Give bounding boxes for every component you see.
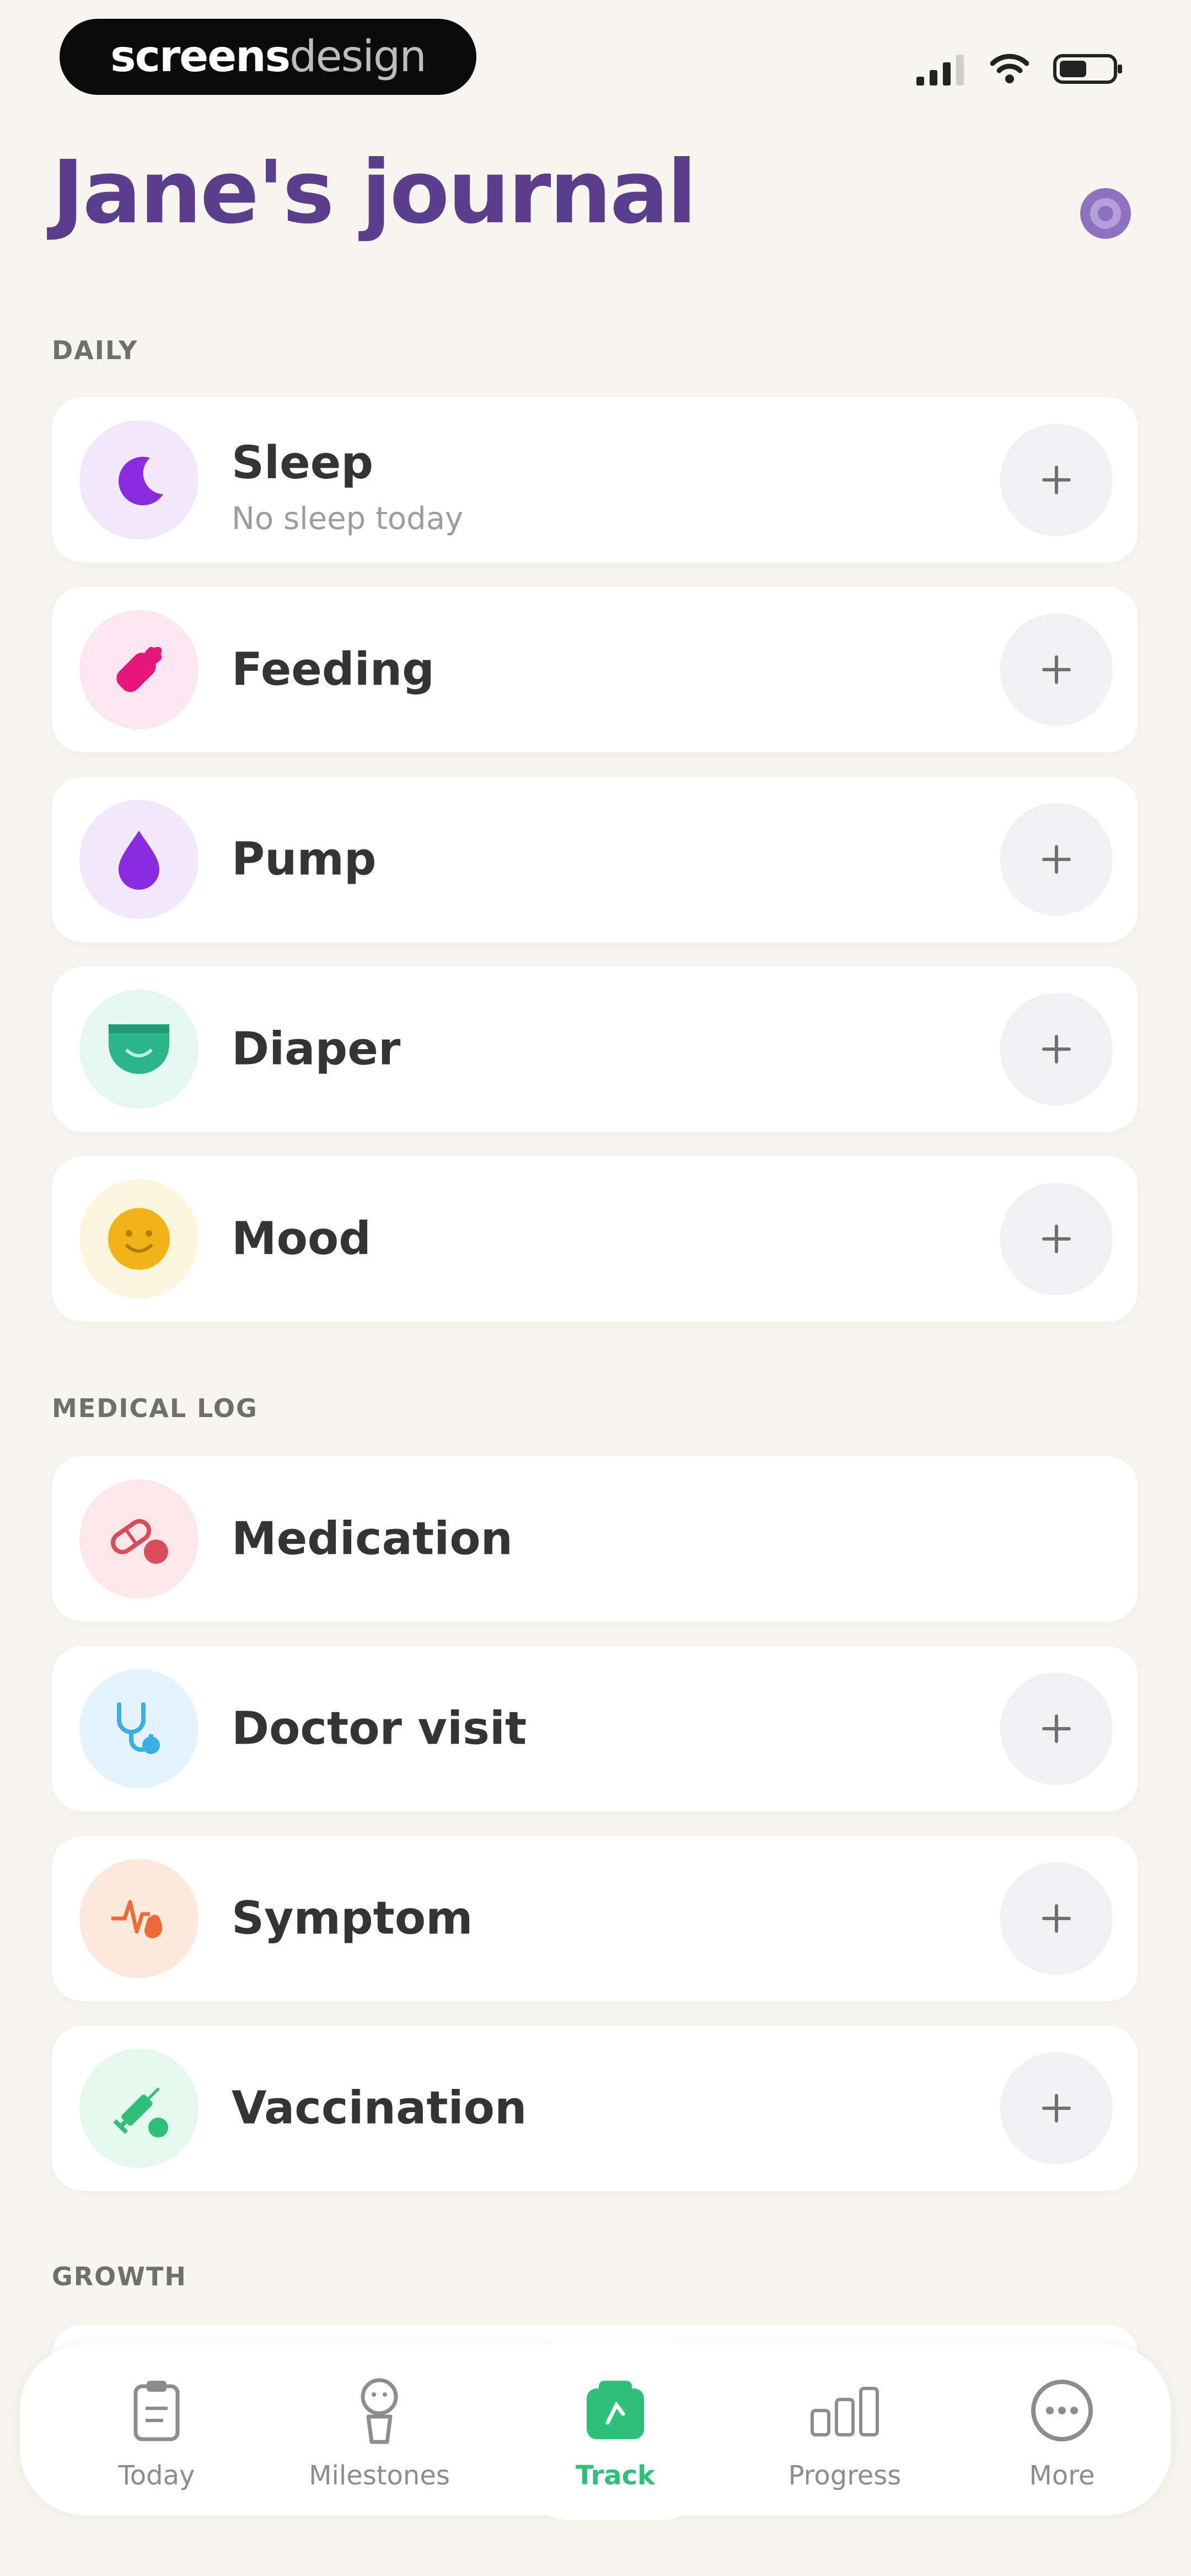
signal-icon (916, 55, 964, 85)
stethoscope-icon (79, 1669, 198, 1788)
nav-label: More (1029, 2460, 1095, 2491)
section-label-growth: GROWTH (52, 2262, 187, 2291)
track-item-diaper[interactable]: Diaper (52, 966, 1138, 1132)
track-item-vaccination[interactable]: Vaccination (52, 2025, 1138, 2191)
syringe-icon (79, 2049, 198, 2168)
diaper-icon (79, 990, 198, 1109)
section-label-medical: MEDICAL LOG (52, 1393, 258, 1423)
track-item-pump[interactable]: Pump (52, 777, 1138, 942)
add-sleep-button[interactable] (1000, 424, 1113, 536)
wifi-icon (990, 54, 1029, 83)
nav-label: Track (576, 2460, 655, 2491)
clipboard-icon (118, 2372, 195, 2449)
add-pump-button[interactable] (1000, 803, 1113, 916)
milestone-icon (341, 2372, 418, 2449)
track-item-label: Sleep (232, 437, 374, 489)
track-item-label: Doctor visit (232, 1702, 527, 1755)
nav-label: Milestones (309, 2460, 450, 2491)
bottom-navigation: Today Milestones Track Progress More (20, 2339, 1171, 2521)
track-icon (577, 2372, 654, 2449)
section-label-daily: DAILY (52, 335, 138, 365)
smiley-icon (79, 1179, 198, 1298)
add-mood-button[interactable] (1000, 1183, 1113, 1295)
track-item-feeding[interactable]: Feeding (52, 587, 1138, 752)
plus-icon (1042, 1035, 1071, 1063)
track-item-subtitle: No sleep today (232, 501, 464, 537)
battery-icon (1053, 54, 1122, 84)
nav-item-track[interactable]: Track (511, 2344, 720, 2515)
app-screen: screens design Jane's journal DAILY Slee… (0, 0, 1191, 2576)
track-item-medication[interactable]: Medication (52, 1456, 1138, 1622)
drop-icon (79, 800, 198, 919)
brand-logo: screens design (60, 19, 476, 95)
pills-icon (79, 1479, 198, 1599)
more-icon (1023, 2372, 1101, 2449)
status-icons (916, 50, 1125, 88)
plus-icon (1042, 845, 1071, 874)
nav-label: Today (118, 2460, 195, 2491)
track-item-label: Pump (232, 833, 377, 886)
track-item-label: Diaper (232, 1023, 401, 1076)
nav-item-progress[interactable]: Progress (740, 2344, 949, 2515)
nav-item-milestones[interactable]: Milestones (275, 2344, 484, 2515)
nav-item-today[interactable]: Today (52, 2344, 261, 2515)
nav-item-more[interactable]: More (957, 2344, 1167, 2515)
track-item-label: Mood (232, 1212, 371, 1265)
plus-icon (1042, 466, 1071, 494)
track-item-label: Medication (232, 1513, 513, 1565)
track-item-doctor-visit[interactable]: Doctor visit (52, 1646, 1138, 1811)
track-item-symptom[interactable]: Symptom (52, 1836, 1138, 2001)
symptom-icon (79, 1859, 198, 1978)
brand-logo-light: design (289, 32, 427, 82)
plus-icon (1042, 2094, 1071, 2123)
track-item-label: Symptom (232, 1892, 473, 1945)
plus-icon (1042, 1225, 1071, 1253)
add-doctor-visit-button[interactable] (1000, 1672, 1113, 1785)
plus-icon (1042, 1714, 1071, 1743)
track-item-mood[interactable]: Mood (52, 1156, 1138, 1322)
bar-chart-icon (806, 2372, 883, 2449)
track-item-label: Vaccination (232, 2082, 527, 2135)
status-bar: screens design (0, 0, 1191, 110)
add-vaccination-button[interactable] (1000, 2052, 1113, 2165)
settings-gear-icon[interactable] (1075, 183, 1136, 244)
bottle-icon (79, 610, 198, 729)
track-item-sleep[interactable]: Sleep No sleep today (52, 397, 1138, 563)
add-symptom-button[interactable] (1000, 1862, 1113, 1975)
brand-logo-bold: screens (110, 32, 291, 82)
add-diaper-button[interactable] (1000, 993, 1113, 1105)
track-item-label: Feeding (232, 643, 434, 696)
page-title: Jane's journal (52, 142, 697, 243)
moon-icon (79, 420, 198, 539)
nav-label: Progress (788, 2460, 902, 2491)
plus-icon (1042, 1904, 1071, 1933)
plus-icon (1042, 655, 1071, 684)
add-feeding-button[interactable] (1000, 613, 1113, 726)
